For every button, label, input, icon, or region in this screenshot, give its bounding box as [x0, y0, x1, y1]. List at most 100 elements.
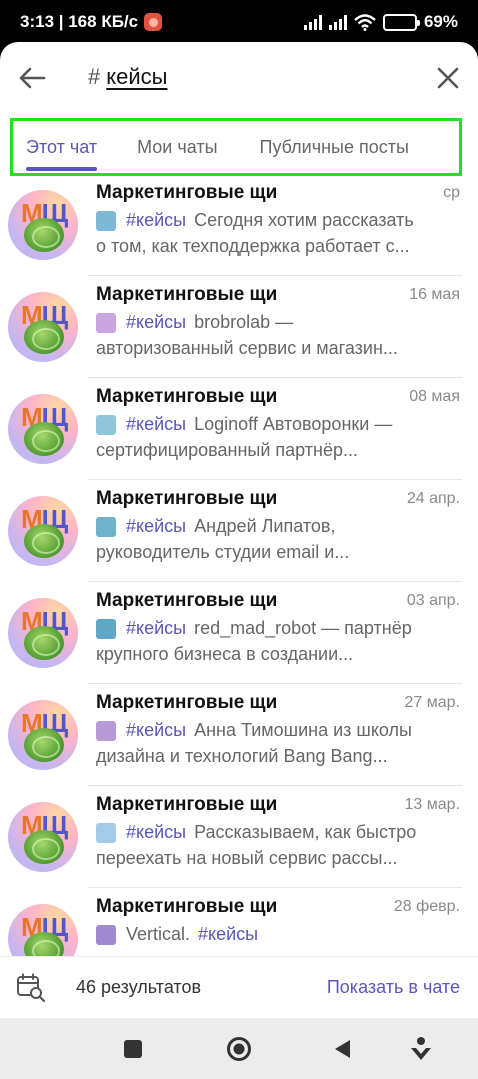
system-nav-bar [0, 1018, 478, 1079]
result-snippet-line2: крупного бизнеса в создании... [96, 644, 354, 664]
result-row[interactable]: МЩ Маркетинговые щи 03 апр. #кейсы red_m… [0, 582, 478, 684]
search-query[interactable]: # кейсы [88, 64, 167, 90]
media-thumbnail-icon [96, 924, 116, 945]
battery-icon [382, 13, 420, 31]
result-snippet-line1: #кейсы Рассказываем, как быстро [96, 822, 460, 843]
app-notification-icon [144, 13, 163, 31]
status-bar: 3:13 | 168 КБ/с 69% [0, 0, 478, 44]
media-thumbnail-icon [96, 720, 116, 741]
channel-avatar: МЩ [8, 598, 78, 668]
snippet-text: Loginoff Автоворонки — [194, 414, 393, 434]
search-results-list: МЩ Маркетинговые щи ср #кейсы Сегодня хо… [0, 174, 478, 990]
tab-my-chats-label: Мои чаты [137, 136, 218, 157]
result-title: Маркетинговые щи [96, 284, 278, 305]
result-date: 28 февр. [393, 898, 460, 915]
channel-avatar: МЩ [8, 802, 78, 872]
result-date: ср [443, 184, 460, 201]
result-date: 16 мая [409, 286, 460, 303]
snippet-text: Vertical. [126, 924, 191, 944]
result-snippet-line1: #кейсы Андрей Липатов, [96, 516, 460, 537]
tab-public-posts[interactable]: Публичные посты [260, 121, 409, 173]
result-snippet-line1: Vertical. #кейсы [96, 924, 460, 945]
result-snippet-line1: #кейсы red_mad_robot — партнёр [96, 618, 460, 639]
cabbage-icon [24, 320, 64, 354]
square-icon[interactable] [124, 1040, 142, 1058]
cabbage-icon [24, 830, 64, 864]
result-row[interactable]: МЩ Маркетинговые щи 13 мар. #кейсы Расск… [0, 786, 478, 888]
status-time-speed: 3:13 | 168 КБ/с [20, 12, 139, 31]
signal-icon-2 [328, 14, 347, 30]
cabbage-icon [24, 728, 64, 762]
close-icon[interactable] [434, 64, 462, 92]
results-footer: 46 результатов Показать в чате [0, 956, 478, 1018]
result-row[interactable]: МЩ Маркетинговые щи 24 апр. #кейсы Андре… [0, 480, 478, 582]
hashtag-link[interactable]: #кейсы [126, 516, 186, 537]
tab-public-posts-label: Публичные посты [259, 136, 409, 157]
circle-home-icon[interactable] [226, 1036, 252, 1062]
hashtag-link[interactable]: #кейсы [126, 618, 186, 639]
arrow-left-icon[interactable] [16, 62, 48, 94]
hashtag-link[interactable]: #кейсы [126, 414, 186, 435]
calendar-search-icon[interactable] [16, 973, 46, 1003]
hashtag-link[interactable]: #кейсы [126, 822, 186, 843]
snippet-text: red_mad_robot — партнёр [194, 618, 412, 638]
result-date: 27 мар. [404, 694, 460, 711]
result-snippet-line2: дизайна и технологий Bang Bang... [96, 746, 388, 766]
search-term: кейсы [106, 64, 168, 89]
result-snippet-line1: #кейсы Loginoff Автоворонки — [96, 414, 460, 435]
snippet-text: Сегодня хотим рассказать [194, 210, 414, 230]
assistant-icon[interactable] [410, 1036, 432, 1062]
result-date: 03 апр. [406, 592, 460, 609]
channel-avatar: МЩ [8, 292, 78, 362]
snippet-text: Андрей Липатов, [194, 516, 336, 536]
result-title: Маркетинговые щи [96, 182, 278, 203]
result-title: Маркетинговые щи [96, 692, 278, 713]
result-row[interactable]: МЩ Маркетинговые щи 16 мая #кейсы brobro… [0, 276, 478, 378]
channel-avatar: МЩ [8, 394, 78, 464]
snippet-text: Рассказываем, как быстро [194, 822, 417, 842]
snippet-text: brobrolab — [194, 312, 294, 332]
result-row[interactable]: МЩ Маркетинговые щи ср #кейсы Сегодня хо… [0, 174, 478, 276]
hashtag-link[interactable]: #кейсы [198, 924, 258, 945]
hashtag-link[interactable]: #кейсы [126, 312, 186, 333]
tab-this-chat[interactable]: Этот чат [26, 121, 98, 173]
result-date: 13 мар. [404, 796, 460, 813]
result-title: Маркетинговые щи [96, 896, 278, 917]
signal-icon [303, 14, 322, 30]
media-thumbnail-icon [96, 516, 116, 537]
hash-symbol: # [88, 64, 101, 89]
hashtag-link[interactable]: #кейсы [126, 720, 186, 741]
result-date: 24 апр. [406, 490, 460, 507]
search-header: # кейсы [0, 42, 478, 114]
result-row[interactable]: МЩ Маркетинговые щи 27 мар. #кейсы Анна … [0, 684, 478, 786]
hashtag-link[interactable]: #кейсы [126, 210, 186, 231]
result-snippet-line1: #кейсы Сегодня хотим рассказать [96, 210, 460, 231]
results-count: 46 результатов [76, 977, 202, 997]
result-snippet-line2: переехать на новый сервис рассы... [96, 848, 398, 868]
cabbage-icon [24, 524, 64, 558]
result-title: Маркетинговые щи [96, 386, 278, 407]
cabbage-icon [24, 422, 64, 456]
result-date: 08 мая [409, 388, 460, 405]
media-thumbnail-icon [96, 414, 116, 435]
show-in-chat-button[interactable]: Показать в чате [327, 977, 460, 998]
result-title: Маркетинговые щи [96, 488, 278, 509]
tab-my-chats[interactable]: Мои чаты [137, 121, 217, 173]
result-snippet-line2: о том, как техподдержка работает с... [96, 236, 410, 256]
triangle-back-icon[interactable] [332, 1038, 352, 1060]
snippet-text: Анна Тимошина из школы [194, 720, 412, 740]
channel-avatar: МЩ [8, 700, 78, 770]
tab-this-chat-label: Этот чат [26, 136, 98, 157]
active-tab-indicator [26, 167, 98, 171]
media-thumbnail-icon [96, 210, 116, 231]
battery-percent: 69% [423, 12, 458, 31]
result-title: Маркетинговые щи [96, 590, 278, 611]
cabbage-icon [24, 626, 64, 660]
result-row[interactable]: МЩ Маркетинговые щи 08 мая #кейсы Logino… [0, 378, 478, 480]
result-snippet-line2: руководитель студии email и... [96, 542, 350, 562]
result-snippet-line2: авторизованный сервис и магазин... [96, 338, 398, 358]
media-thumbnail-icon [96, 618, 116, 639]
result-snippet-line2: сертифицированный партнёр... [96, 440, 359, 460]
media-thumbnail-icon [96, 312, 116, 333]
wifi-icon [354, 13, 376, 31]
